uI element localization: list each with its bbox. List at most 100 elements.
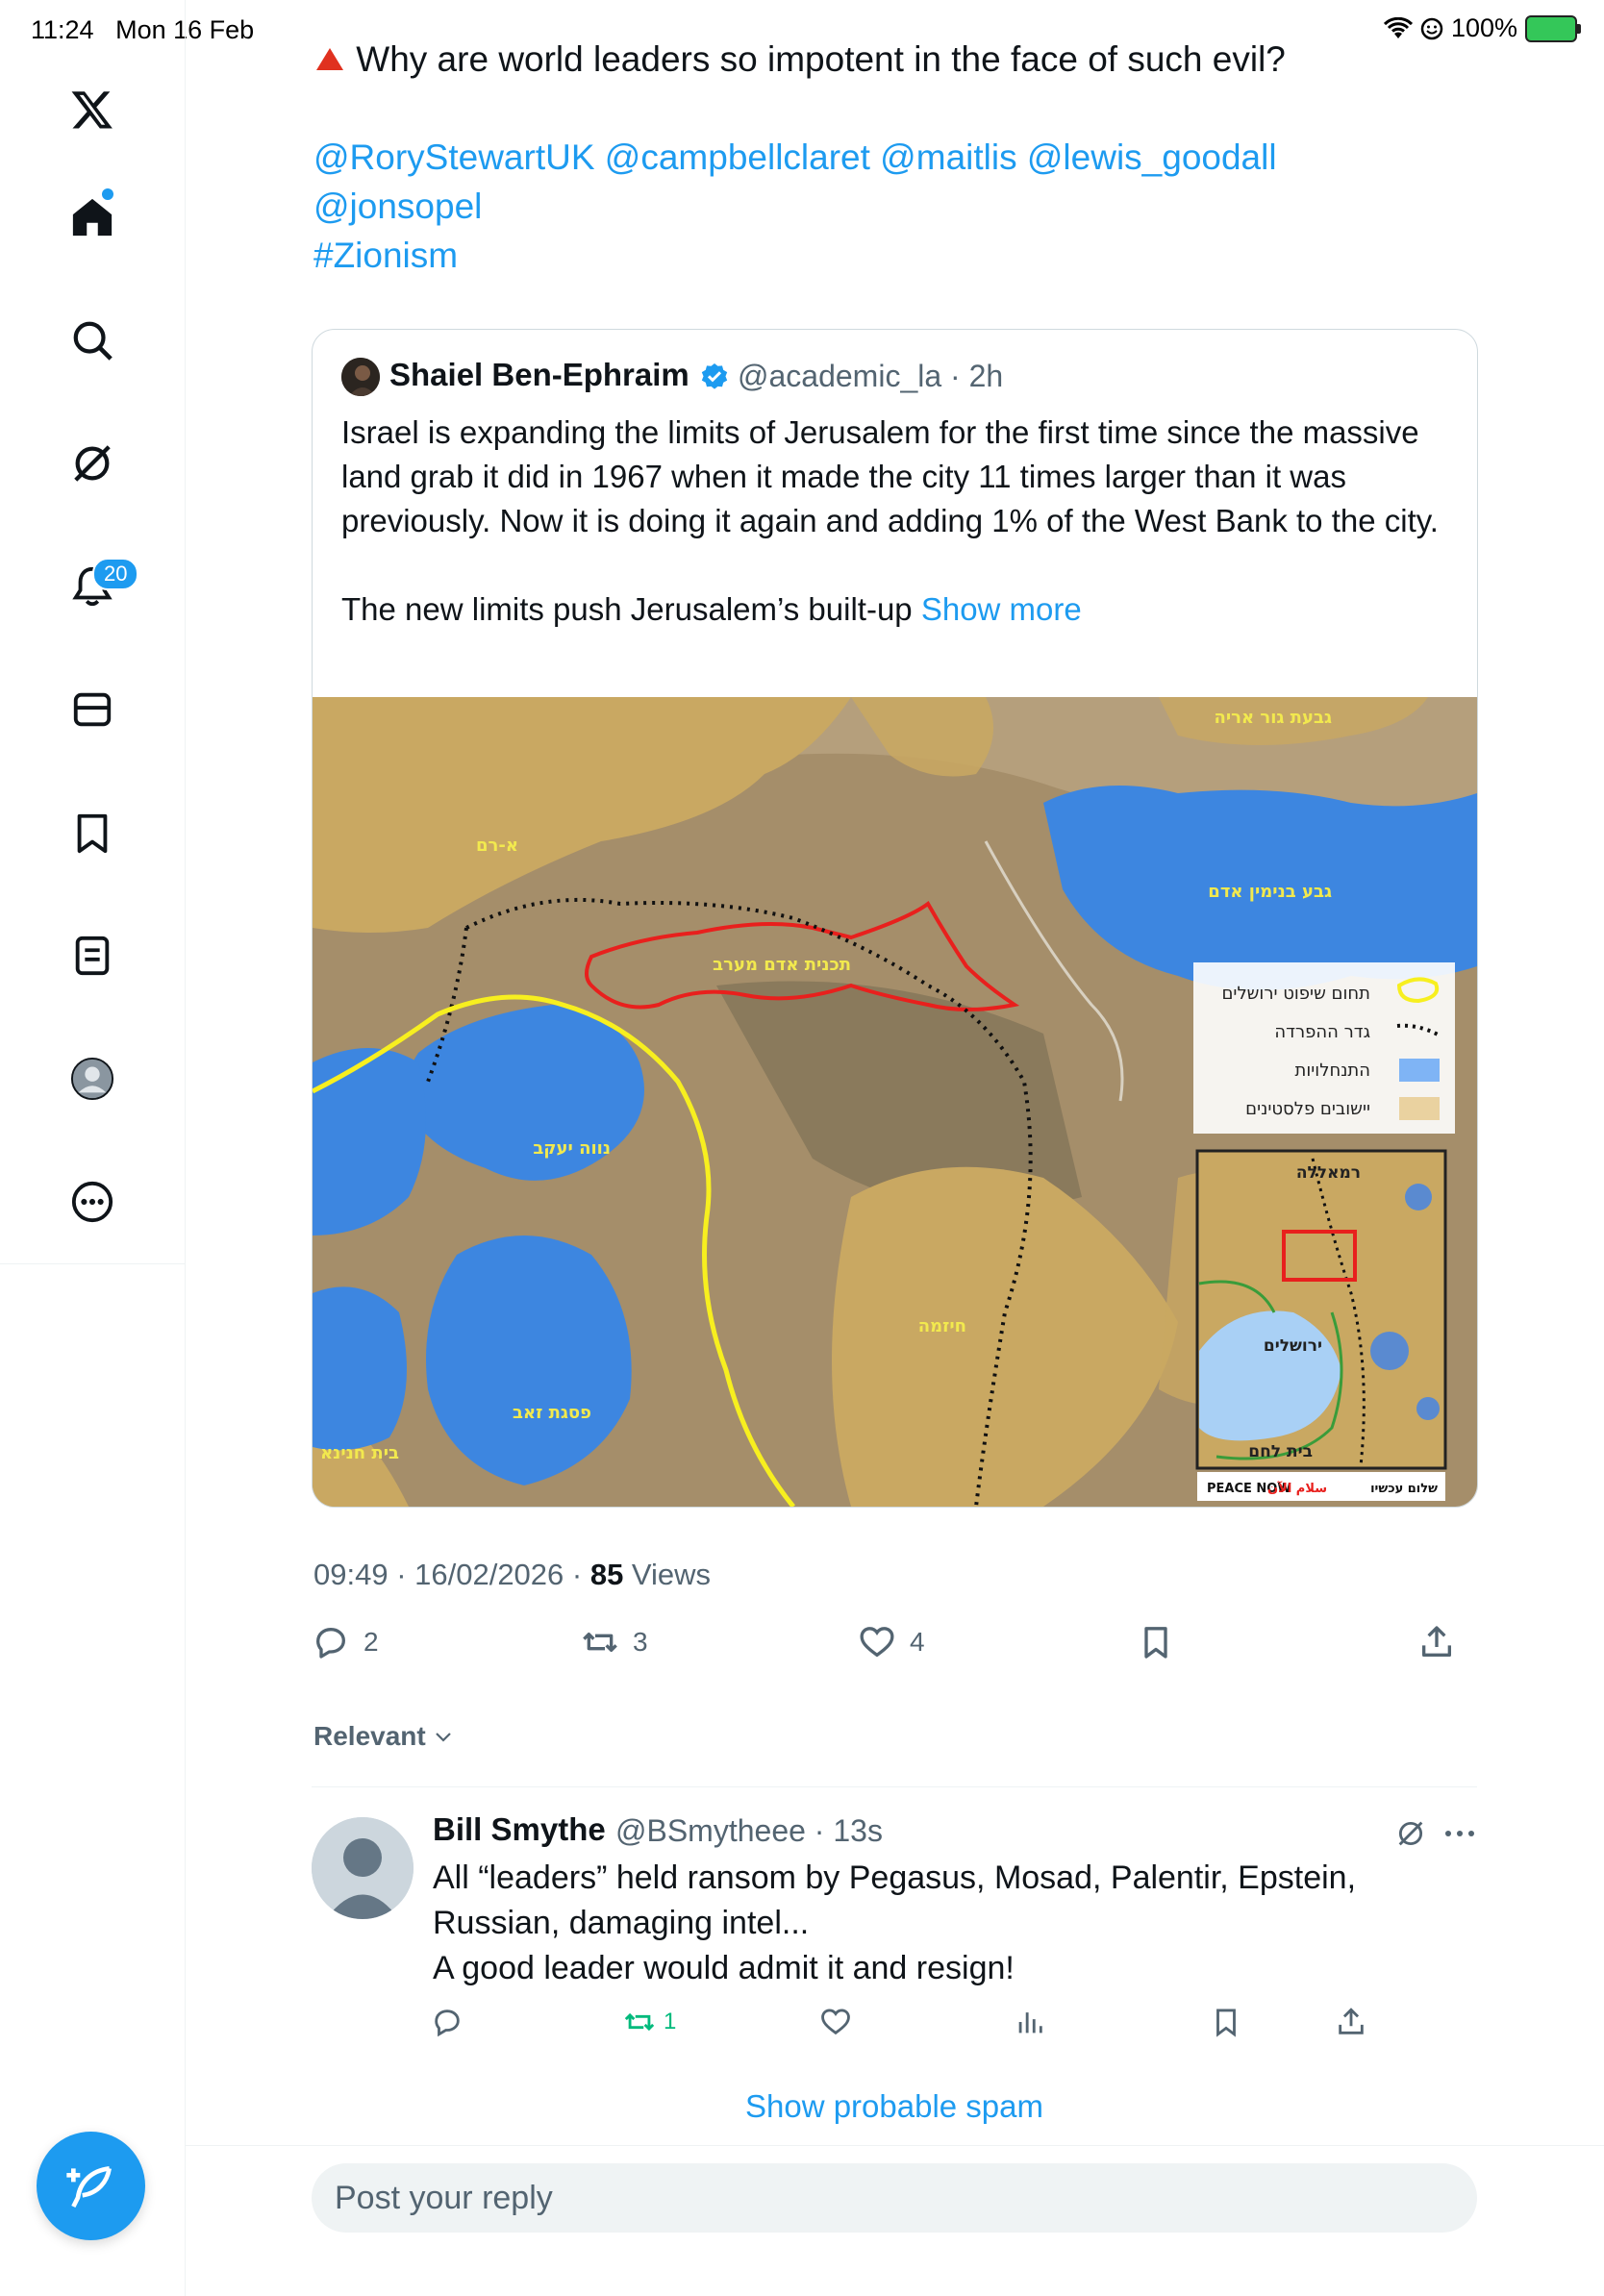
compose-button[interactable] [37, 2132, 145, 2240]
logo-ar: سلام الآن [1267, 1481, 1327, 1496]
quote-text-truncated: The new limits push Jerusalem’s built-up [341, 591, 921, 627]
logo-he: שלום עכשיו [1370, 1482, 1438, 1496]
chevron-down-icon [435, 1733, 451, 1742]
analytics-icon [1018, 2012, 1042, 2034]
heart-icon [860, 1627, 894, 1658]
reply-text-line: A good leader would admit it and resign! [433, 1950, 1015, 1986]
map-label-top: גבעת גור אריה [1214, 708, 1332, 728]
map-label-neve-yaakov: נווה יעקב [533, 1138, 611, 1159]
quote-avatar[interactable] [341, 358, 380, 396]
battery-icon [1525, 14, 1581, 42]
bookmarks-icon[interactable] [63, 804, 121, 861]
grok-icon[interactable] [1394, 1817, 1427, 1850]
show-more-link[interactable]: Show more [921, 591, 1082, 627]
reply-input[interactable]: Post your reply [312, 2163, 1477, 2233]
share-icon [1339, 2008, 1364, 2034]
tweet-timestamp[interactable]: 09:49 · 16/02/2026 · [313, 1558, 590, 1591]
peace-now-logo: PEACE NOW سلام الآن שלום עכשיו [1197, 1472, 1445, 1501]
views-label: Views [623, 1558, 712, 1591]
composer-divider [186, 2145, 1604, 2146]
repost-button[interactable]: 3 [581, 1623, 648, 1661]
reply-count: 2 [363, 1627, 379, 1657]
legend-palestinian: יישובים פלסטינים [1245, 1099, 1370, 1119]
tweet-hashtag[interactable]: #Zionism [313, 231, 458, 281]
bookmark-icon [1216, 2009, 1236, 2037]
red-triangle-icon [316, 48, 343, 70]
focus-icon [1420, 17, 1443, 39]
more-options-icon[interactable] [1441, 1819, 1479, 1848]
tweet-action-bar: 2 3 4 [312, 1623, 1475, 1677]
tweet-mentions[interactable]: @RoryStewartUK @campbellclaret @maitlis … [313, 133, 1277, 183]
quote-text-paragraph: Israel is expanding the limits of Jerusa… [341, 414, 1439, 538]
repost-icon [624, 2012, 655, 2032]
reply-icon [316, 1628, 345, 1659]
sort-label: Relevant [313, 1721, 426, 1751]
map-label-pisgat-zeev: פסגת זאב [513, 1403, 591, 1423]
tweet-text-line: Why are world leaders so impotent in the… [356, 39, 1286, 79]
reply-action-bar: 1 [431, 2006, 1392, 2048]
inset-map: רמאללה ירושלים בית לחם [1195, 1149, 1447, 1470]
messages-icon[interactable] [63, 681, 121, 738]
share-icon [1422, 1626, 1451, 1657]
inset-label-ramallah: רמאללה [1296, 1163, 1361, 1183]
reply-repost-button[interactable]: 1 [623, 2006, 676, 2038]
reply-bookmark-button[interactable] [1210, 2006, 1242, 2038]
notifications-badge: 20 [92, 558, 139, 590]
battery-percent: 100% [1450, 13, 1517, 42]
reply-text-line: Russian, damaging intel... [433, 1905, 810, 1941]
reply-share-button[interactable] [1335, 2006, 1367, 2038]
map-legend: תחום שיפוט ירושלים גדר ההפרדה התנחלויות … [1193, 962, 1455, 1134]
legend-tan-swatch [1399, 1097, 1440, 1120]
verified-badge-icon [701, 363, 728, 389]
home-notification-dot [102, 188, 113, 200]
bookmark-button[interactable] [1137, 1623, 1175, 1661]
quote-author-name[interactable]: Shaiel Ben-Ephraim [389, 357, 689, 393]
reply-text: All “leaders” held ransom by Pegasus, Mo… [433, 1856, 1452, 1991]
reply-input-placeholder: Post your reply [335, 2179, 553, 2216]
map-label-hizma: חיזמה [918, 1316, 966, 1336]
heart-icon [821, 2009, 850, 2035]
views-count: 85 [589, 1558, 624, 1591]
quote-text-second: The new limits push Jerusalem’s built-up… [341, 587, 1447, 632]
reply-avatar[interactable] [312, 1817, 414, 1919]
tweet-text: Why are world leaders so impotent in the… [313, 35, 1286, 85]
reply-text-line: All “leaders” held ransom by Pegasus, Mo… [433, 1859, 1357, 1896]
reply-views-button[interactable] [1014, 2006, 1046, 2038]
divider [312, 1786, 1477, 1787]
wifi-icon [1383, 16, 1413, 38]
jerusalem-map-image[interactable]: גבעת גור אריה א-רם גבע בנימין אדם תכנית … [313, 697, 1477, 1507]
profile-icon[interactable] [63, 1050, 121, 1108]
map-label-plan: תכנית אדם מערב [713, 955, 851, 975]
tweet-mention-jonsopel[interactable]: @jonsopel [313, 182, 482, 232]
lists-icon[interactable] [63, 927, 121, 985]
map-label-geva-binyamin: גבע בנימין אדם [1208, 882, 1332, 902]
reply-author-handle[interactable]: @BSmytheee · 13s [615, 1813, 883, 1849]
legend-blue-swatch [1399, 1059, 1440, 1082]
like-button[interactable]: 4 [858, 1623, 925, 1661]
search-icon[interactable] [63, 312, 121, 369]
quoted-tweet[interactable]: Shaiel Ben-Ephraim @academic_la · 2h Isr… [312, 329, 1478, 1508]
legend-jurisdiction: תחום שיפוט ירושלים [1221, 984, 1370, 1004]
reply-button[interactable]: 2 [312, 1623, 379, 1661]
sidebar-border [185, 1263, 186, 2296]
quote-text: Israel is expanding the limits of Jerusa… [341, 411, 1447, 632]
more-icon[interactable] [63, 1173, 121, 1231]
grok-icon[interactable] [63, 435, 121, 492]
status-indicators: 100% [1383, 13, 1581, 43]
reply-reply-button[interactable] [431, 2006, 464, 2038]
reply-author-name[interactable]: Bill Smythe [433, 1811, 606, 1848]
map-label-beit-hanina: בית חנינא [320, 1443, 399, 1463]
bookmark-icon [1144, 1627, 1167, 1659]
repost-icon [583, 1633, 617, 1652]
x-logo-icon[interactable] [63, 81, 121, 138]
reply-repost-count: 1 [664, 2009, 677, 2034]
reply-like-button[interactable] [819, 2006, 852, 2038]
show-probable-spam-link[interactable]: Show probable spam [0, 2088, 1604, 2125]
quote-author-handle[interactable]: @academic_la · 2h [738, 359, 1003, 394]
reply-icon [435, 2009, 460, 2037]
inset-label-bethlehem: בית לחם [1248, 1442, 1313, 1461]
tweet-metadata: 09:49 · 16/02/2026 · 85 Views [313, 1558, 711, 1592]
legend-barrier: גדר ההפרדה [1274, 1022, 1370, 1042]
reply-sort-dropdown[interactable]: Relevant [313, 1721, 455, 1752]
share-button[interactable] [1417, 1623, 1456, 1661]
